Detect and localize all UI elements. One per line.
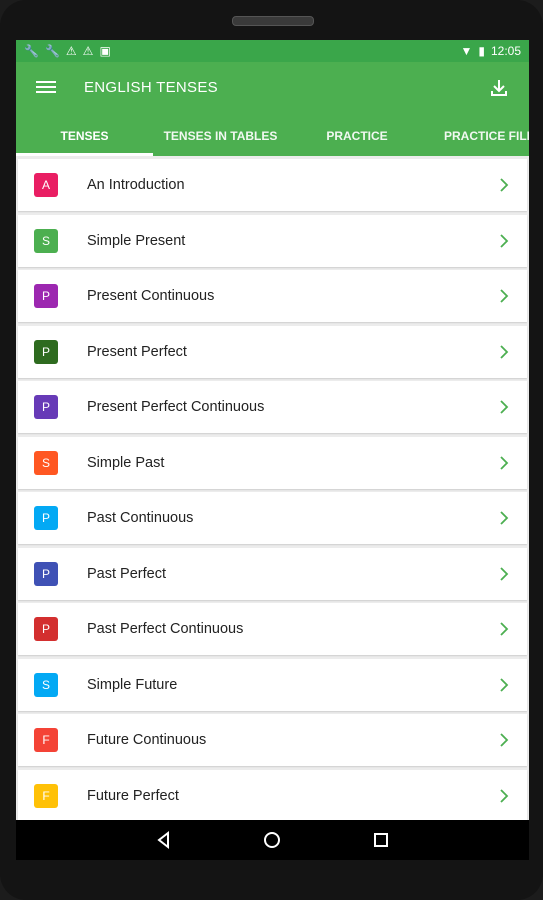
warning-icon: ⚠ bbox=[65, 44, 77, 58]
tab-tenses-in-tables[interactable]: TENSES IN TABLES bbox=[153, 114, 288, 156]
tab-bar: TENSES TENSES IN TABLES PRACTICE PRACTIC… bbox=[16, 114, 529, 156]
letter-badge: S bbox=[34, 450, 58, 475]
chevron-right-icon bbox=[500, 400, 509, 414]
list-item-label: Past Perfect Continuous bbox=[87, 621, 244, 637]
speaker-grille bbox=[232, 16, 314, 26]
list-item[interactable]: S Simple Future bbox=[18, 658, 527, 711]
home-icon[interactable] bbox=[260, 828, 284, 852]
navigation-bar bbox=[16, 820, 529, 860]
warning-icon: ⚠ bbox=[82, 44, 94, 58]
status-time: 12:05 bbox=[490, 44, 521, 58]
list-item-label: An Introduction bbox=[87, 177, 185, 193]
tab-tenses[interactable]: TENSES bbox=[16, 114, 153, 156]
status-bar: 🔧 🔧 ⚠ ⚠ ▣ ▼ ▮ 12:05 bbox=[16, 40, 529, 62]
chevron-right-icon bbox=[500, 511, 509, 525]
chevron-right-icon bbox=[500, 566, 509, 581]
list-item-label: Future Continuous bbox=[87, 732, 207, 748]
letter-badge: S bbox=[34, 672, 58, 697]
letter-badge: P bbox=[34, 284, 58, 308]
screen: 🔧 🔧 ⚠ ⚠ ▣ ▼ ▮ 12:05 ENGLISH TENSES TENSE… bbox=[16, 40, 529, 860]
list-item-label: Past Perfect bbox=[87, 565, 166, 582]
chevron-right-icon bbox=[500, 455, 509, 470]
app-title: ENGLISH TENSES bbox=[84, 79, 218, 96]
letter-badge: F bbox=[34, 783, 58, 808]
hamburger-menu-icon[interactable] bbox=[36, 78, 56, 98]
list-item[interactable]: P Past Continuous bbox=[18, 492, 527, 544]
chevron-right-icon bbox=[500, 622, 509, 636]
letter-badge: P bbox=[34, 506, 58, 530]
list-item[interactable]: P Present Perfect Continuous bbox=[18, 381, 527, 433]
letter-badge: S bbox=[34, 228, 58, 253]
list-item[interactable]: S Simple Past bbox=[18, 436, 527, 489]
list-item-label: Past Continuous bbox=[87, 510, 194, 526]
letter-badge: P bbox=[34, 395, 58, 419]
app-bar: ENGLISH TENSES bbox=[16, 62, 529, 114]
list-item-label: Simple Future bbox=[87, 676, 178, 693]
list-item[interactable]: F Future Perfect bbox=[18, 769, 527, 822]
list-item[interactable]: A An Introduction bbox=[18, 159, 527, 211]
chevron-right-icon bbox=[500, 677, 509, 692]
android-icon: ▣ bbox=[99, 44, 111, 58]
list-item[interactable]: P Present Perfect bbox=[18, 325, 527, 378]
back-icon[interactable] bbox=[152, 828, 176, 852]
chevron-right-icon bbox=[500, 289, 509, 303]
chevron-right-icon bbox=[500, 788, 509, 803]
letter-badge: A bbox=[34, 173, 58, 197]
wrench-icon: 🔧 bbox=[24, 44, 39, 58]
wrench-icon: 🔧 bbox=[44, 44, 60, 58]
chevron-right-icon bbox=[500, 733, 509, 747]
letter-badge: F bbox=[34, 728, 58, 752]
tab-practice-fill[interactable]: PRACTICE FILL bbox=[426, 114, 529, 156]
list-item-label: Present Continuous bbox=[87, 288, 215, 304]
recents-icon[interactable] bbox=[369, 828, 393, 852]
active-tab-indicator bbox=[16, 153, 153, 156]
letter-badge: P bbox=[34, 617, 58, 641]
list-item-label: Simple Present bbox=[87, 232, 186, 249]
list-item-label: Future Perfect bbox=[87, 787, 179, 804]
tab-practice[interactable]: PRACTICE bbox=[288, 114, 426, 156]
letter-badge: P bbox=[34, 561, 58, 586]
list-item-label: Present Perfect bbox=[87, 343, 187, 360]
chevron-right-icon bbox=[500, 178, 509, 192]
list-item[interactable]: P Past Perfect bbox=[18, 547, 527, 600]
battery-icon: ▮ bbox=[478, 44, 485, 58]
letter-badge: P bbox=[34, 339, 58, 364]
system-icons: ▼ ▮ 12:05 bbox=[460, 43, 521, 59]
chevron-right-icon bbox=[500, 344, 509, 359]
list-item-label: Present Perfect Continuous bbox=[87, 399, 265, 415]
list-item[interactable]: P Past Perfect Continuous bbox=[18, 603, 527, 655]
wifi-icon: ▼ bbox=[460, 44, 473, 58]
tablet-frame: 🔧 🔧 ⚠ ⚠ ▣ ▼ ▮ 12:05 ENGLISH TENSES TENSE… bbox=[0, 0, 543, 900]
notification-icons: 🔧 🔧 ⚠ ⚠ ▣ bbox=[24, 43, 111, 59]
list-item-label: Simple Past bbox=[87, 454, 165, 471]
list-item[interactable]: P Present Continuous bbox=[18, 270, 527, 322]
list-item[interactable]: F Future Continuous bbox=[18, 714, 527, 766]
chevron-right-icon bbox=[500, 233, 509, 248]
download-icon[interactable] bbox=[487, 76, 511, 100]
list-item[interactable]: S Simple Present bbox=[18, 214, 527, 267]
